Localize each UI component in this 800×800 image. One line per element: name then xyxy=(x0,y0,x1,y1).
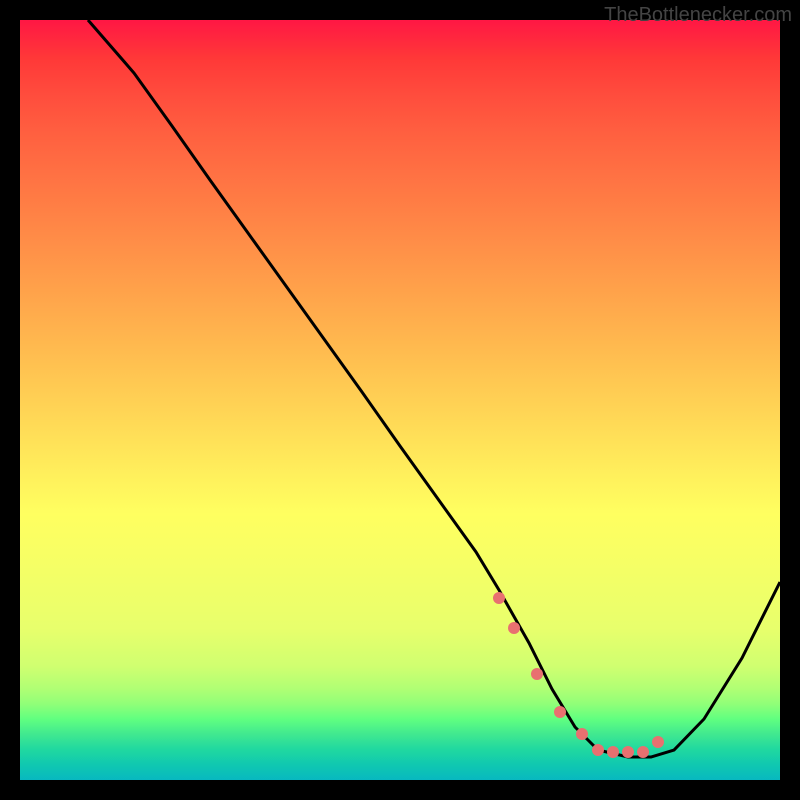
chart-marker xyxy=(576,728,588,740)
chart-marker xyxy=(493,592,505,604)
chart-marker xyxy=(592,744,604,756)
chart-marker xyxy=(531,668,543,680)
chart-marker xyxy=(652,736,664,748)
chart-area xyxy=(20,20,780,780)
watermark-text: TheBottlenecker.com xyxy=(604,4,792,27)
chart-svg xyxy=(20,20,780,780)
chart-marker xyxy=(554,706,566,718)
chart-marker xyxy=(622,746,634,758)
chart-marker xyxy=(607,746,619,758)
bottleneck-curve xyxy=(88,20,780,757)
chart-marker xyxy=(508,622,520,634)
chart-marker xyxy=(637,746,649,758)
